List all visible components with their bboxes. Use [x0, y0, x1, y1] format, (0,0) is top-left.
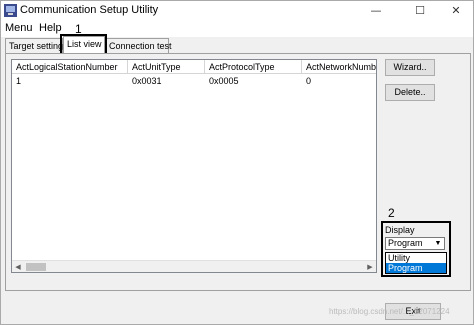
- cell-protocol-type: 0x0005: [209, 76, 239, 86]
- scroll-left-icon[interactable]: ◀: [12, 261, 24, 272]
- menu-item-menu[interactable]: Menu: [5, 22, 33, 34]
- scroll-right-icon[interactable]: ▶: [364, 261, 376, 272]
- menu-item-help[interactable]: Help: [39, 22, 62, 34]
- chevron-down-icon[interactable]: ▼: [432, 238, 444, 249]
- horizontal-scrollbar[interactable]: ◀ ▶: [12, 260, 376, 272]
- display-dropdown-list[interactable]: Utility Program: [385, 252, 447, 274]
- column-header-network-number[interactable]: ActNetworkNumber: [302, 60, 376, 74]
- display-option-utility[interactable]: Utility: [386, 253, 446, 263]
- close-button[interactable]: ✕: [439, 1, 473, 21]
- cell-network-number: 0: [306, 76, 312, 86]
- display-selected-value: Program: [388, 238, 423, 248]
- minimize-button[interactable]: —: [359, 1, 393, 21]
- annotation-number-1: 1: [75, 22, 82, 36]
- cell-unit-type: 0x0031: [132, 76, 162, 86]
- watermark-text: https://blog.csdn.net/..._52071224: [329, 307, 450, 316]
- maximize-button[interactable]: ☐: [403, 1, 437, 21]
- window-title: Communication Setup Utility: [20, 4, 159, 16]
- tab-connection-test[interactable]: Connection test: [105, 38, 172, 54]
- cell-logical-station: 1: [16, 76, 22, 86]
- column-header-protocol-type[interactable]: ActProtocolType: [205, 60, 302, 74]
- station-list[interactable]: ActLogicalStationNumber ActUnitType ActP…: [11, 59, 377, 273]
- display-label: Display: [385, 225, 415, 235]
- scrollbar-thumb[interactable]: [26, 263, 46, 271]
- display-select[interactable]: Program ▼: [385, 237, 445, 250]
- tab-target-setting[interactable]: Target setting: [5, 38, 63, 54]
- annotation-number-2: 2: [388, 206, 395, 220]
- wizard-button[interactable]: Wizard..: [385, 59, 435, 76]
- app-icon: [4, 4, 17, 17]
- title-bar: Communication Setup Utility — ☐ ✕: [1, 1, 473, 21]
- column-header-logical-station[interactable]: ActLogicalStationNumber: [12, 60, 128, 74]
- delete-button[interactable]: Delete..: [385, 84, 435, 101]
- list-header: ActLogicalStationNumber ActUnitType ActP…: [12, 60, 376, 74]
- display-option-program[interactable]: Program: [386, 263, 446, 273]
- column-header-unit-type[interactable]: ActUnitType: [128, 60, 205, 74]
- app-window: Communication Setup Utility — ☐ ✕ Menu H…: [0, 0, 474, 325]
